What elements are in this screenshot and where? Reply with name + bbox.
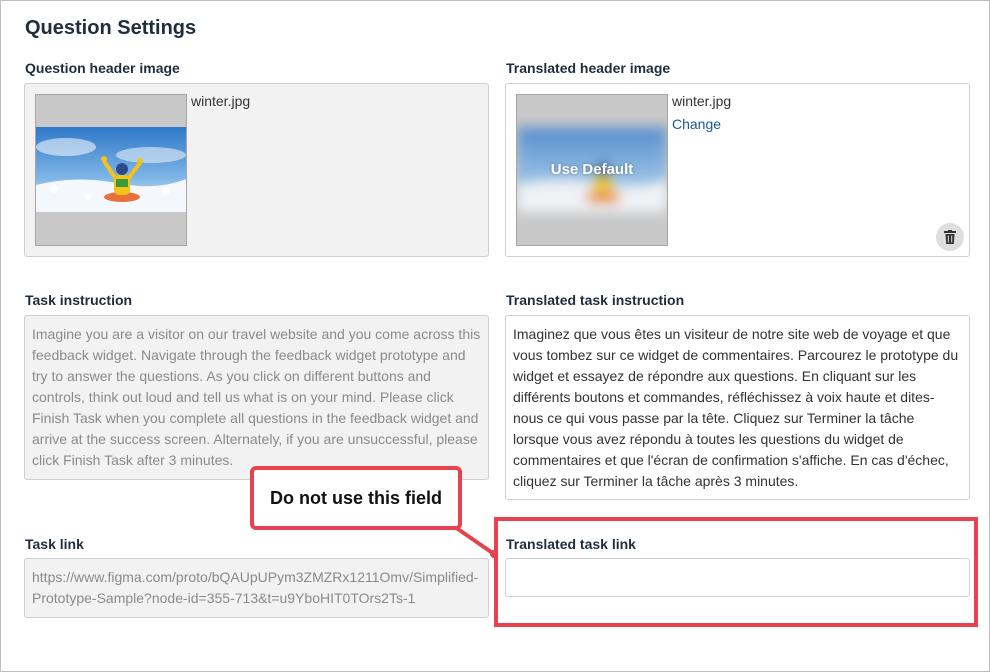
use-default-overlay[interactable]: Use Default bbox=[517, 161, 667, 178]
annotation-callout: Do not use this field bbox=[250, 466, 462, 530]
translated-header-image-box: Use Default winter.jpg Change bbox=[505, 83, 970, 257]
task-instruction-text: Imagine you are a visitor on our travel … bbox=[32, 326, 481, 468]
annotation-highlight-frame bbox=[494, 517, 978, 627]
header-image-label: Question header image bbox=[25, 60, 180, 76]
winter-photo bbox=[36, 127, 186, 212]
translated-header-image-thumbnail[interactable]: Use Default bbox=[516, 94, 668, 246]
trash-icon bbox=[944, 230, 956, 244]
task-instruction-field: Imagine you are a visitor on our travel … bbox=[24, 315, 489, 480]
task-link-field: https://www.figma.com/proto/bQAUpUPym3ZM… bbox=[24, 558, 489, 618]
task-link-label: Task link bbox=[25, 536, 84, 552]
translated-task-instruction-label: Translated task instruction bbox=[506, 292, 685, 308]
translated-task-instruction-text: Imaginez que vous êtes un visiteur de no… bbox=[513, 326, 959, 489]
header-image-filename: winter.jpg bbox=[191, 93, 251, 109]
page-title: Question Settings bbox=[25, 17, 197, 39]
translated-header-image-label: Translated header image bbox=[506, 60, 671, 76]
task-instruction-label: Task instruction bbox=[25, 292, 133, 308]
header-image-thumbnail bbox=[35, 94, 187, 246]
change-image-link[interactable]: Change bbox=[672, 116, 721, 132]
translated-header-image-filename: winter.jpg bbox=[672, 93, 732, 109]
delete-image-button[interactable] bbox=[936, 223, 964, 251]
header-image-box: winter.jpg bbox=[24, 83, 489, 257]
task-link-text: https://www.figma.com/proto/bQAUpUPym3ZM… bbox=[32, 569, 479, 606]
translated-task-instruction-field[interactable]: Imaginez que vous êtes un visiteur de no… bbox=[505, 315, 970, 500]
